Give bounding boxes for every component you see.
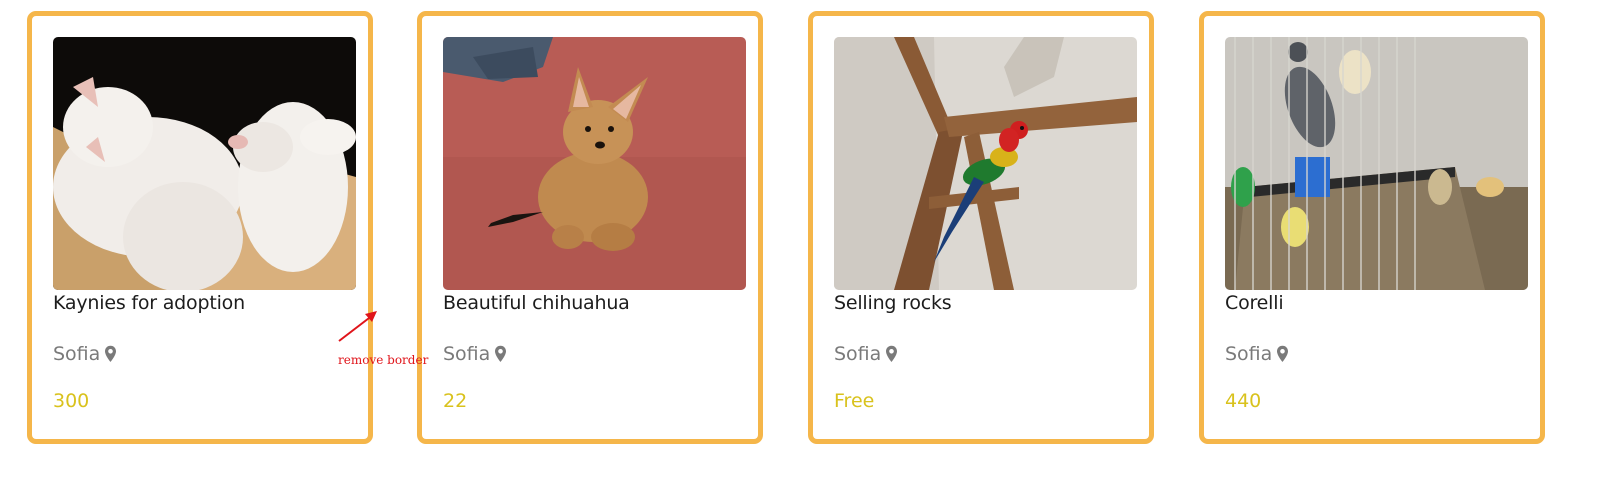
annotation-note: remove border [338,353,429,367]
listing-card[interactable]: Kaynies for adoption Sofia 300 [27,11,373,444]
map-pin-icon [494,345,507,363]
listing-price: 440 [1225,390,1262,412]
listing-location: Sofia [443,343,507,365]
listing-title[interactable]: Beautiful chihuahua [443,292,630,314]
listing-title[interactable]: Kaynies for adoption [53,292,245,314]
listing-image-chihuahua[interactable] [443,37,746,290]
listing-location: Sofia [834,343,898,365]
listing-price: 22 [443,390,468,412]
listing-location: Sofia [1225,343,1289,365]
listing-card[interactable]: Selling rocks Sofia Free [808,11,1154,444]
listing-card[interactable]: Beautiful chihuahua Sofia 22 [417,11,763,444]
listing-location: Sofia [53,343,117,365]
annotation-arrow-icon [338,311,377,342]
location-label: Sofia [53,343,101,365]
listings-grid: Kaynies for adoption Sofia 300 Beautiful… [0,0,1600,484]
listing-card[interactable]: Corelli Sofia 440 [1199,11,1545,444]
listing-image-parrot[interactable] [834,37,1137,290]
location-label: Sofia [834,343,882,365]
listing-image-cats[interactable] [53,37,356,290]
map-pin-icon [885,345,898,363]
listing-price: 300 [53,390,90,412]
location-label: Sofia [1225,343,1273,365]
listing-image-cockatiels[interactable] [1225,37,1528,290]
location-label: Sofia [443,343,491,365]
listing-title[interactable]: Selling rocks [834,292,952,314]
map-pin-icon [1276,345,1289,363]
listing-price: Free [834,390,875,412]
map-pin-icon [104,345,117,363]
listing-title[interactable]: Corelli [1225,292,1284,314]
